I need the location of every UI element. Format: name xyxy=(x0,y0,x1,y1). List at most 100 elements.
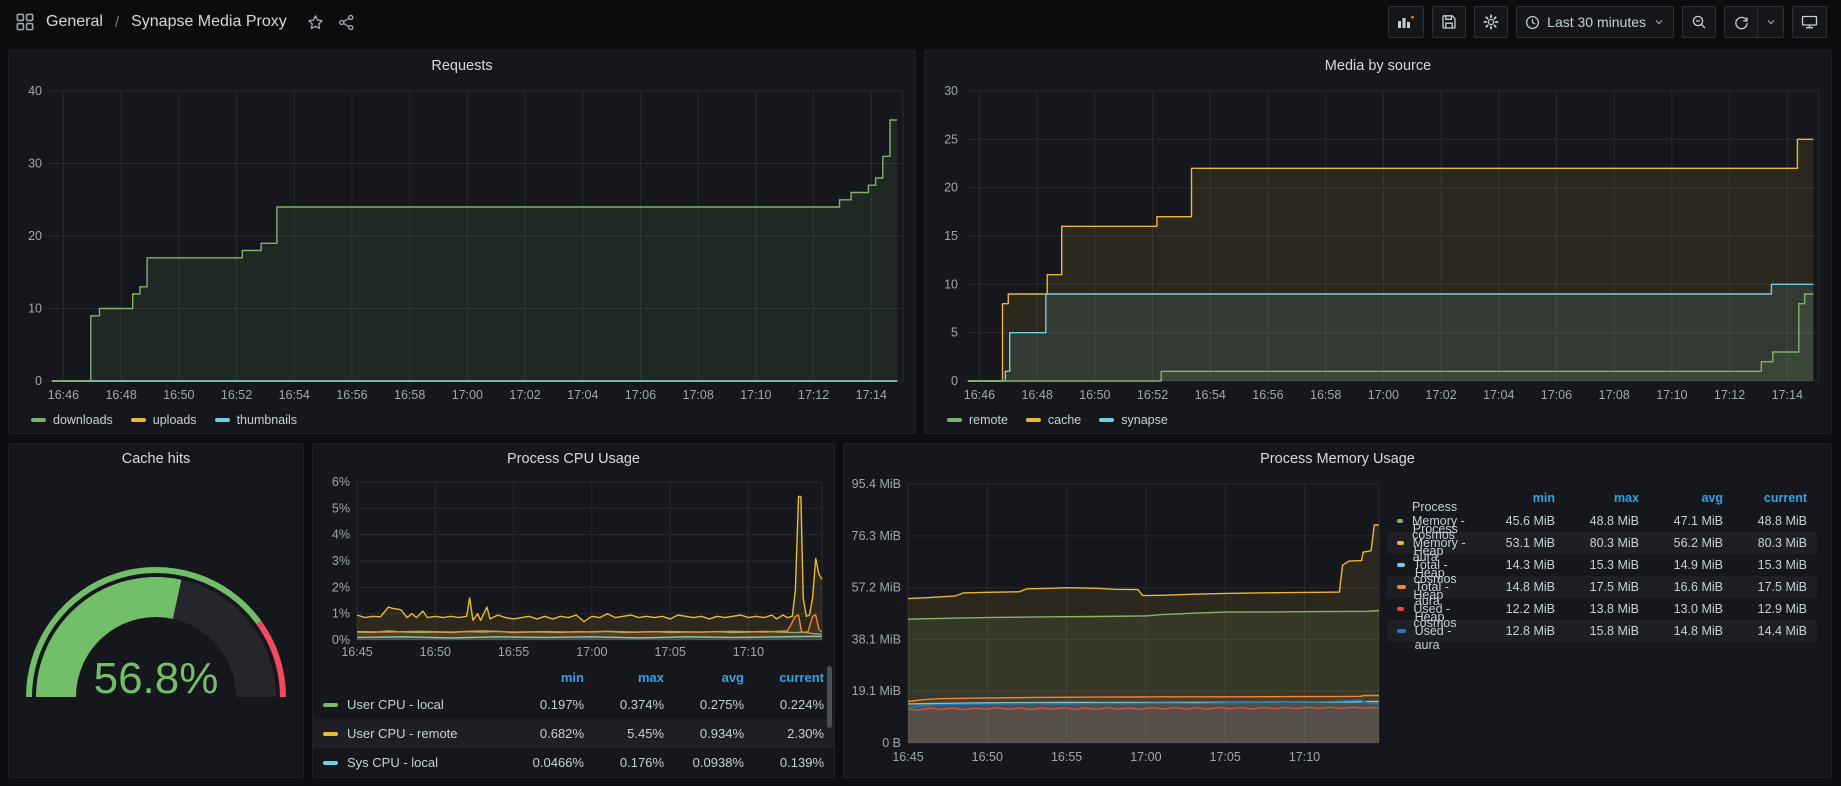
panel-title[interactable]: Process Memory Usage xyxy=(844,444,1831,472)
col-avg[interactable]: avg xyxy=(664,670,744,685)
table-row: User CPU - local 0.197% 0.374% 0.275% 0.… xyxy=(313,690,834,719)
media-chart[interactable]: 05101520253016:4616:4816:5016:5216:5416:… xyxy=(929,79,1827,407)
svg-text:16:48: 16:48 xyxy=(105,388,136,402)
series-name: User CPU - local xyxy=(347,697,444,712)
panel-media-by-source: Media by source 05101520253016:4616:4816… xyxy=(924,50,1832,434)
legend-header-row: min max avg current xyxy=(313,664,834,690)
legend-label: cache xyxy=(1048,413,1081,427)
requests-chart[interactable]: 01020304016:4616:4816:5016:5216:5416:561… xyxy=(13,79,911,407)
breadcrumb-folder[interactable]: General xyxy=(46,13,103,31)
share-icon[interactable] xyxy=(336,12,357,33)
zoom-out-time-button[interactable] xyxy=(1682,6,1716,38)
cache-hits-gauge: 56.8% xyxy=(9,472,303,777)
svg-text:16:48: 16:48 xyxy=(1021,388,1052,402)
svg-text:16:50: 16:50 xyxy=(420,645,451,659)
dashboards-grid-icon[interactable] xyxy=(14,11,36,33)
time-range-picker[interactable]: Last 30 minutes xyxy=(1516,6,1674,38)
current-value: 14.4 MiB xyxy=(1723,624,1807,638)
svg-text:17:00: 17:00 xyxy=(1130,750,1161,764)
breadcrumb-dashboard-title[interactable]: Synapse Media Proxy xyxy=(131,13,287,31)
dashboard-grid: Requests 01020304016:4616:4816:5016:5216… xyxy=(0,44,1841,786)
panel-title[interactable]: Media by source xyxy=(925,51,1831,79)
legend-item[interactable]: thumbnails xyxy=(215,413,297,427)
svg-text:3%: 3% xyxy=(332,554,350,568)
panel-title[interactable]: Process CPU Usage xyxy=(313,444,834,472)
svg-text:17:06: 17:06 xyxy=(1541,388,1572,402)
current-value: 0.139% xyxy=(744,755,824,770)
col-current[interactable]: current xyxy=(744,670,824,685)
svg-text:0 B: 0 B xyxy=(882,736,901,750)
cycle-view-mode-button[interactable] xyxy=(1792,6,1827,38)
memory-chart[interactable]: 0 B19.1 MiB38.1 MiB57.2 MiB76.3 MiB95.4 … xyxy=(844,472,1387,769)
dashboard-settings-button[interactable] xyxy=(1474,6,1508,38)
svg-text:17:02: 17:02 xyxy=(1425,388,1456,402)
legend-scrollbar[interactable] xyxy=(827,666,832,728)
col-max[interactable]: max xyxy=(584,670,664,685)
series-swatch xyxy=(1026,418,1041,422)
avg-value: 13.0 MiB xyxy=(1639,602,1723,616)
col-min[interactable]: min xyxy=(1471,491,1555,505)
svg-text:4%: 4% xyxy=(332,528,350,542)
svg-text:17:10: 17:10 xyxy=(1289,750,1320,764)
svg-text:16:50: 16:50 xyxy=(1079,388,1110,402)
panel-title[interactable]: Requests xyxy=(9,51,915,79)
svg-text:10: 10 xyxy=(944,277,958,291)
refresh-button[interactable] xyxy=(1724,6,1758,38)
add-panel-button[interactable] xyxy=(1388,6,1424,38)
table-row: User CPU - remote 0.682% 5.45% 0.934% 2.… xyxy=(313,719,834,748)
svg-text:16:45: 16:45 xyxy=(341,645,372,659)
svg-text:16:46: 16:46 xyxy=(964,388,995,402)
series-swatch xyxy=(31,418,46,422)
current-value: 12.9 MiB xyxy=(1723,602,1807,616)
panel-title[interactable]: Cache hits xyxy=(9,444,303,472)
max-value: 5.45% xyxy=(584,726,664,741)
col-max[interactable]: max xyxy=(1555,491,1639,505)
svg-text:2%: 2% xyxy=(332,580,350,594)
refresh-interval-dropdown[interactable] xyxy=(1758,6,1784,38)
svg-text:17:00: 17:00 xyxy=(576,645,607,659)
legend-item[interactable]: remote xyxy=(947,413,1008,427)
col-min[interactable]: min xyxy=(504,670,584,685)
min-value: 53.1 MiB xyxy=(1471,536,1555,550)
svg-text:0: 0 xyxy=(951,374,958,388)
svg-text:16:54: 16:54 xyxy=(279,388,310,402)
svg-text:16:52: 16:52 xyxy=(221,388,252,402)
series-swatch xyxy=(215,418,230,422)
current-value: 15.3 MiB xyxy=(1723,558,1807,572)
avg-value: 0.275% xyxy=(664,697,744,712)
legend-item[interactable]: downloads xyxy=(31,413,113,427)
breadcrumb-separator: / xyxy=(113,14,121,31)
memory-legend-table: min max avg current Process Memory - cos… xyxy=(1387,486,1831,777)
legend-label: synapse xyxy=(1121,413,1168,427)
svg-text:19.1 MiB: 19.1 MiB xyxy=(852,684,901,698)
series-swatch xyxy=(323,703,338,707)
svg-text:17:08: 17:08 xyxy=(683,388,714,402)
legend-item[interactable]: synapse xyxy=(1099,413,1168,427)
cpu-chart[interactable]: 0%1%2%3%4%5%6%16:4516:5016:5517:0017:051… xyxy=(317,472,830,664)
svg-text:16:50: 16:50 xyxy=(972,750,1003,764)
svg-text:17:14: 17:14 xyxy=(856,388,887,402)
svg-text:76.3 MiB: 76.3 MiB xyxy=(852,529,901,543)
min-value: 0.682% xyxy=(504,726,584,741)
refresh-group xyxy=(1724,6,1784,38)
svg-text:17:10: 17:10 xyxy=(740,388,771,402)
svg-text:30: 30 xyxy=(28,157,42,171)
top-navbar: General / Synapse Media Proxy xyxy=(0,0,1841,44)
legend-label: remote xyxy=(969,413,1008,427)
series-swatch xyxy=(131,418,146,422)
svg-text:20: 20 xyxy=(28,229,42,243)
star-icon[interactable] xyxy=(305,12,326,33)
svg-text:25: 25 xyxy=(944,132,958,146)
svg-text:57.2 MiB: 57.2 MiB xyxy=(852,581,901,595)
legend-item[interactable]: cache xyxy=(1026,413,1081,427)
col-avg[interactable]: avg xyxy=(1639,491,1723,505)
col-current[interactable]: current xyxy=(1723,491,1807,505)
svg-text:17:05: 17:05 xyxy=(654,645,685,659)
svg-text:16:50: 16:50 xyxy=(163,388,194,402)
svg-text:16:52: 16:52 xyxy=(1137,388,1168,402)
svg-text:0: 0 xyxy=(35,374,42,388)
save-dashboard-button[interactable] xyxy=(1432,6,1466,38)
legend-item[interactable]: uploads xyxy=(131,413,197,427)
current-value: 48.8 MiB xyxy=(1723,514,1807,528)
svg-text:16:54: 16:54 xyxy=(1195,388,1226,402)
